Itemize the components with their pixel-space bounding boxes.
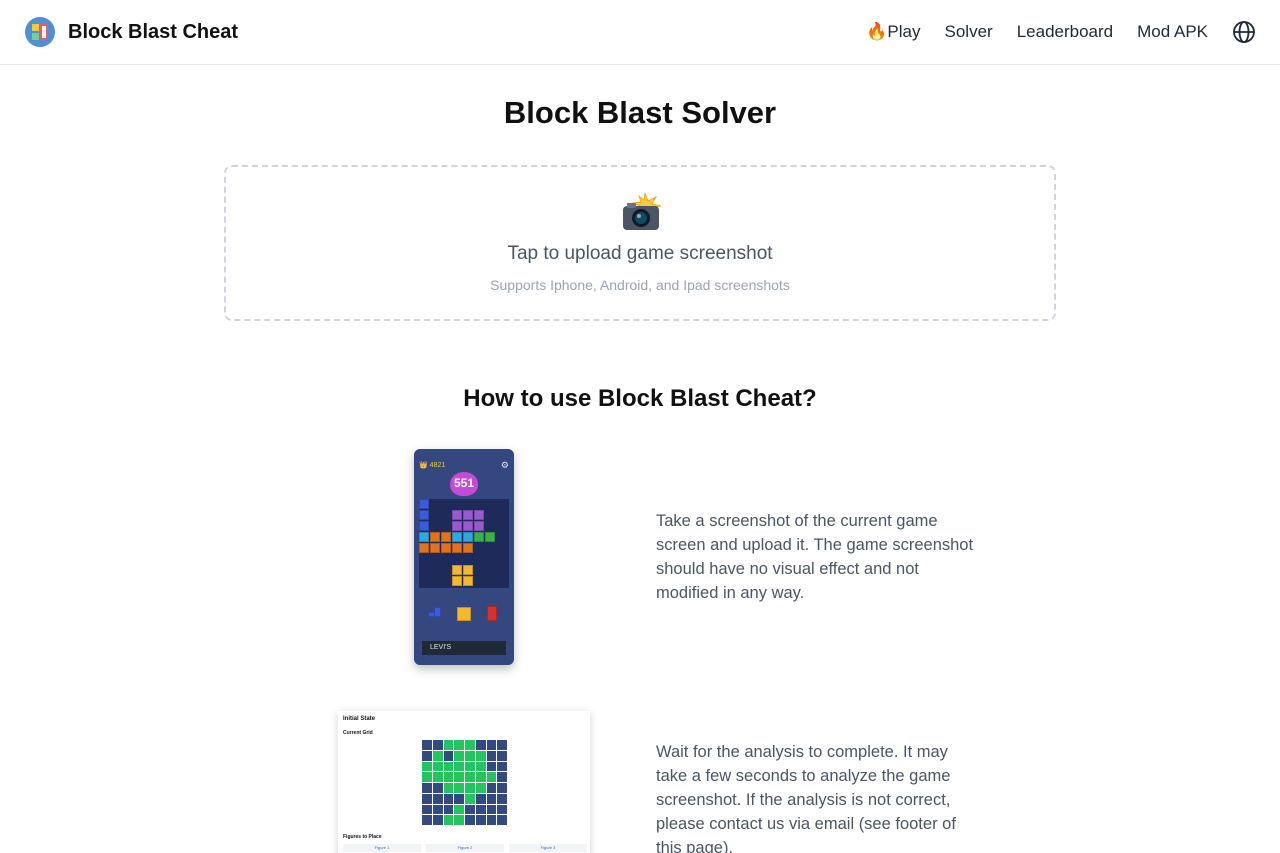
grid-cell [443,815,454,825]
nav-play[interactable]: 🔥Play [866,18,920,46]
upload-dropzone[interactable]: Tap to upload game screenshot Supports I… [224,165,1056,321]
nav-mod-apk[interactable]: Mod APK [1137,18,1208,46]
step-1-text: Take a screenshot of the current game sc… [656,512,974,602]
grid-cell [497,740,507,750]
grid-cell [443,783,454,793]
brand-name: Block Blast Cheat [68,20,239,43]
grid-cell [432,793,443,804]
grid-cell [422,783,432,793]
howto-title: How to use Block Blast Cheat? [463,385,817,412]
main-nav: 🔥Play Solver Leaderboard Mod APK [842,18,1256,46]
step-1-screenshot-image: 👑 4821 ⚙ 551 LEVI'S [414,449,514,665]
step-2-text: Wait for the analysis to complete. It ma… [656,743,956,853]
combo-count: 551 [453,476,475,490]
grid-cell [454,815,464,825]
analysis-heading: Initial State [343,716,376,722]
grid-cell [454,793,464,804]
upload-subtitle: Supports Iphone, Android, and Ipad scree… [490,277,790,293]
grid-cell [475,740,486,750]
grid-cell [486,750,497,761]
grid-cell [486,804,497,815]
grid-cell [443,740,454,750]
brand-logo [25,17,55,47]
grid-cell [486,815,497,825]
grid-cell [432,815,443,825]
grid-cell [465,815,475,825]
grid-cell [454,804,464,815]
brand-link[interactable]: Block Blast Cheat [25,16,238,48]
figure-2-label: Figure 2 [426,844,504,852]
grid-cell [497,815,507,825]
grid-cell [422,793,432,804]
grid-cell [475,783,486,793]
grid-cell [443,793,454,804]
grid-cell [422,750,432,761]
grid-cell [443,750,454,761]
grid-cell [465,783,475,793]
grid-cell [486,783,497,793]
grid-cell [432,783,443,793]
gear-icon: ⚙ [500,460,509,470]
grid-cell [465,740,475,750]
grid-cell [465,761,475,772]
grid-cell [497,761,507,772]
grid-cell [432,804,443,815]
analysis-figures-label: Figures to Place [343,834,382,840]
grid-cell [475,804,486,815]
grid-cell [475,750,486,761]
grid-cell [465,750,475,761]
grid-cell [475,815,486,825]
grid-cell [422,761,432,772]
grid-cell [422,804,432,815]
grid-cell [497,783,507,793]
grid-cell [497,793,507,804]
step-2-analysis-image: Initial State Current Grid Figures to Pl… [338,711,590,853]
grid-cell [454,761,464,772]
grid-cell [475,761,486,772]
grid-cell [497,772,507,782]
grid-cell [486,740,497,750]
grid-cell [422,772,432,782]
grid-cell [475,793,486,804]
analysis-grid [422,740,507,825]
figure-3-label: Figure 3 [509,844,587,852]
grid-cell [486,761,497,772]
grid-cell [422,740,432,750]
upload-title: Tap to upload game screenshot [507,243,773,264]
game-board [419,499,509,588]
grid-cell [443,761,454,772]
grid-cell [465,804,475,815]
grid-cell [475,772,486,782]
grid-cell [497,804,507,815]
grid-cell [432,740,443,750]
nav-solver[interactable]: Solver [945,18,993,46]
ad-banner: LEVI'S [422,641,506,655]
globe-icon[interactable] [1232,20,1256,44]
page-title: Block Blast Solver [503,95,777,130]
nav-leaderboard[interactable]: Leaderboard [1017,18,1113,46]
grid-cell [454,750,464,761]
grid-cell [486,772,497,782]
grid-cell [432,772,443,782]
game-score: 👑 4821 [419,462,446,469]
grid-cell [497,750,507,761]
grid-cell [432,761,443,772]
grid-cell [422,815,432,825]
camera-flash-icon [623,193,662,230]
analysis-grid-label: Current Grid [343,730,373,736]
grid-cell [443,772,454,782]
grid-cell [486,793,497,804]
grid-cell [454,740,464,750]
grid-cell [465,793,475,804]
grid-cell [465,772,475,782]
figure-1-label: Figure 1 [343,844,421,852]
grid-cell [454,783,464,793]
grid-cell [432,750,443,761]
grid-cell [454,772,464,782]
grid-cell [443,804,454,815]
top-header: Block Blast Cheat 🔥Play Solver Leaderboa… [0,0,1280,65]
